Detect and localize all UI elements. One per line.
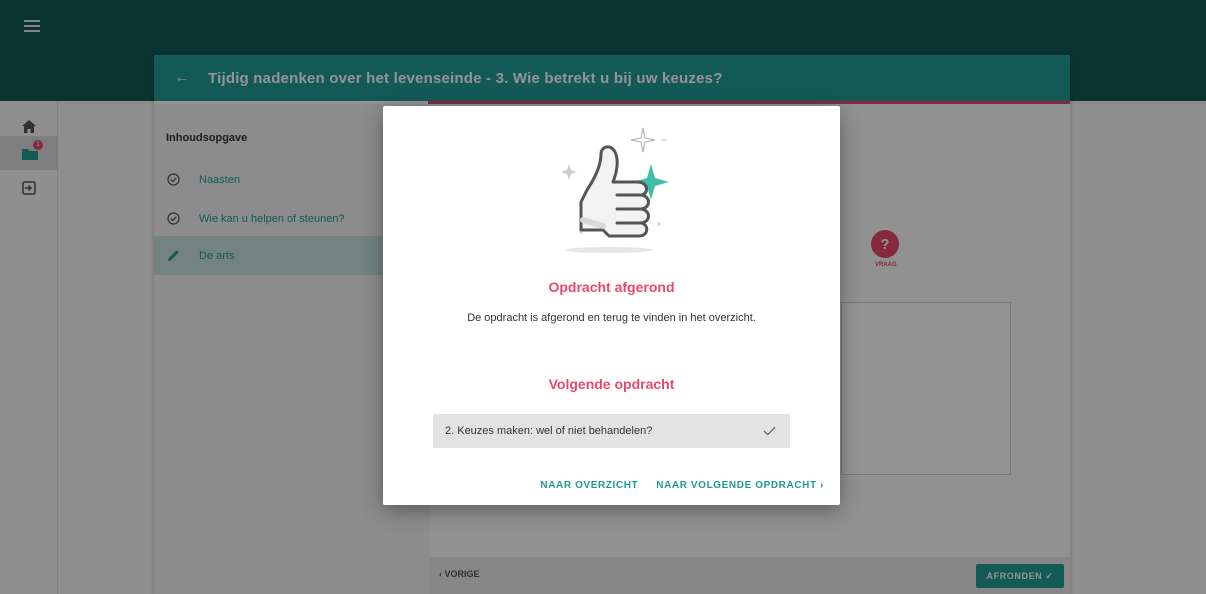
thumbs-up-icon (561, 127, 669, 253)
to-next-task-button[interactable]: NAAR VOLGENDE OPDRACHT › (656, 480, 824, 491)
next-task-heading: Volgende opdracht (548, 376, 675, 392)
completion-dialog: Opdracht afgerond De opdracht is afgeron… (383, 106, 840, 505)
next-task-label: 2. Keuzes maken: wel of niet behandelen? (445, 425, 653, 437)
dialog-actions: NAAR OVERZICHT NAAR VOLGENDE OPDRACHT › (540, 480, 824, 491)
next-task-item[interactable]: 2. Keuzes maken: wel of niet behandelen? (433, 414, 790, 448)
to-overview-button[interactable]: NAAR OVERZICHT (540, 480, 638, 491)
dialog-title: Opdracht afgerond (548, 279, 675, 295)
check-icon (763, 426, 776, 436)
dialog-message: De opdracht is afgerond en terug te vind… (467, 312, 756, 324)
